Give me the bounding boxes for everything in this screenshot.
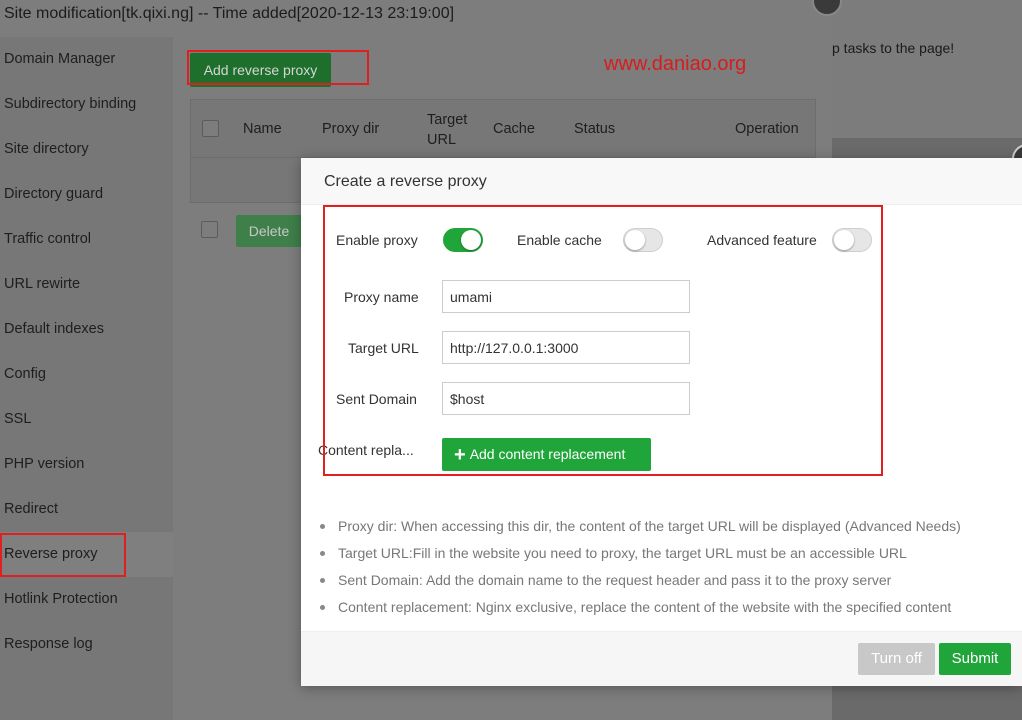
sidebar-item-php-version[interactable]: PHP version (4, 454, 84, 474)
bulk-select-checkbox[interactable] (201, 221, 218, 238)
column-header-name[interactable]: Name (243, 121, 282, 137)
bullet-icon (320, 605, 325, 610)
sidebar-item-redirect[interactable]: Redirect (4, 499, 58, 519)
sidebar-item-traffic-control[interactable]: Traffic control (4, 229, 91, 249)
submit-button[interactable]: Submit (939, 643, 1011, 675)
sidebar-item-default-indexes[interactable]: Default indexes (4, 319, 104, 339)
turn-off-button[interactable]: Turn off (858, 643, 935, 675)
create-reverse-proxy-dialog: Create a reverse proxy Enable proxy Enab… (301, 158, 1022, 686)
column-header-status[interactable]: Status (574, 121, 615, 137)
sidebar-item-config[interactable]: Config (4, 364, 46, 384)
list-item: Content replacement: Nginx exclusive, re… (318, 594, 1008, 621)
background-notice: p tasks to the page! (832, 40, 955, 56)
dialog-header: Create a reverse proxy (301, 158, 1022, 205)
help-tips-list: Proxy dir: When accessing this dir, the … (318, 513, 1008, 621)
table-header: Name Proxy dir Target URL Cache Status O… (191, 100, 815, 158)
sidebar-item-subdirectory-binding[interactable]: Subdirectory binding (4, 94, 136, 114)
watermark-text: www.daniao.org (604, 53, 747, 75)
sidebar-item-url-rewrite[interactable]: URL rewirte (4, 274, 80, 294)
background-header (832, 0, 1022, 138)
bullet-icon (320, 578, 325, 583)
bullet-icon (320, 524, 325, 529)
highlight-box-reverse-proxy (0, 533, 126, 577)
list-item: Target URL:Fill in the website you need … (318, 540, 1008, 567)
list-item: Proxy dir: When accessing this dir, the … (318, 513, 1008, 540)
window-title: Site modification[tk.qixi.ng] -- Time ad… (4, 5, 455, 22)
sidebar-item-ssl[interactable]: SSL (4, 409, 31, 429)
dialog-title: Create a reverse proxy (324, 173, 487, 190)
list-item: Sent Domain: Add the domain name to the … (318, 567, 1008, 594)
delete-button[interactable]: Delete (236, 215, 302, 247)
column-header-operation[interactable]: Operation (735, 121, 799, 137)
highlight-box-form (323, 205, 883, 476)
sidebar-item-directory-guard[interactable]: Directory guard (4, 184, 103, 204)
sidebar-item-response-log[interactable]: Response log (4, 634, 93, 654)
column-header-cache[interactable]: Cache (493, 121, 535, 137)
sidebar-item-site-directory[interactable]: Site directory (4, 139, 89, 159)
column-header-target-url[interactable]: Target URL (427, 110, 487, 150)
select-all-checkbox[interactable] (202, 120, 219, 137)
column-header-proxy-dir[interactable]: Proxy dir (322, 121, 379, 137)
sidebar-item-hotlink-protection[interactable]: Hotlink Protection (4, 589, 118, 609)
dialog-footer: Turn off Submit (301, 631, 1022, 686)
highlight-box-add-button (187, 50, 369, 85)
bullet-icon (320, 551, 325, 556)
sidebar-item-domain-manager[interactable]: Domain Manager (4, 49, 115, 69)
